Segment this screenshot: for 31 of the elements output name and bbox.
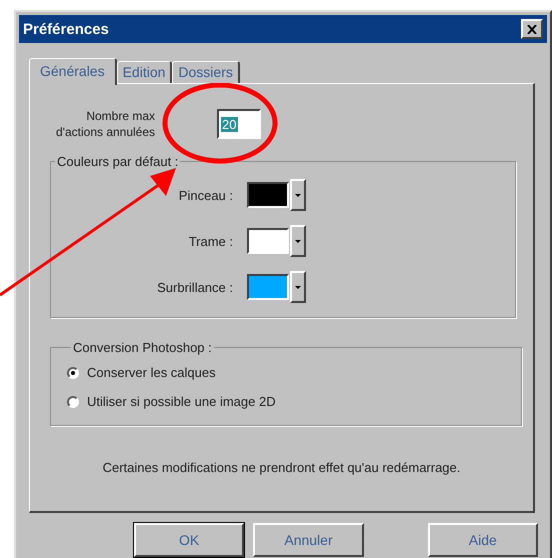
caret-icon	[295, 286, 301, 288]
color-label: Surbrillance :	[156, 280, 233, 294]
window-title: Préférences	[23, 20, 109, 38]
dialog-button[interactable]: Aide	[428, 523, 538, 557]
info-text: Certaines modifications ne prendront effet qu'au redémarrage.	[102, 460, 462, 475]
dropdown-button[interactable]	[290, 225, 306, 257]
dialog-button[interactable]: OK	[134, 523, 244, 557]
close-button[interactable]	[521, 19, 543, 39]
input-field[interactable]: 20	[217, 109, 262, 139]
color-swatch[interactable]	[247, 182, 289, 208]
color-swatch[interactable]	[247, 228, 289, 254]
caret-icon	[295, 240, 301, 242]
color-swatch[interactable]	[247, 274, 289, 300]
group-title: Conversion Photoshop :	[72, 340, 213, 355]
field-label: Nombre max d'actions annulées	[56, 108, 156, 140]
tab[interactable]: Dossiers	[172, 61, 240, 83]
color-label: Trame :	[188, 234, 233, 248]
radio-label[interactable]: Conserver les calques	[87, 365, 216, 380]
dropdown-button[interactable]	[290, 179, 306, 211]
group-title: Couleurs par défaut :	[56, 154, 180, 169]
field-value: 20	[221, 116, 238, 132]
close-icon	[527, 24, 537, 34]
color-label: Pinceau :	[178, 188, 233, 202]
dialog-button[interactable]: Annuler	[253, 523, 364, 557]
caret-icon	[295, 194, 301, 196]
dropdown-button[interactable]	[290, 271, 306, 303]
tab[interactable]: Edition	[116, 61, 172, 83]
radio-button[interactable]	[67, 396, 79, 408]
radio-button[interactable]	[67, 366, 79, 378]
tab[interactable]: Générales	[29, 58, 117, 85]
radio-label[interactable]: Utiliser si possible une image 2D	[87, 394, 276, 409]
